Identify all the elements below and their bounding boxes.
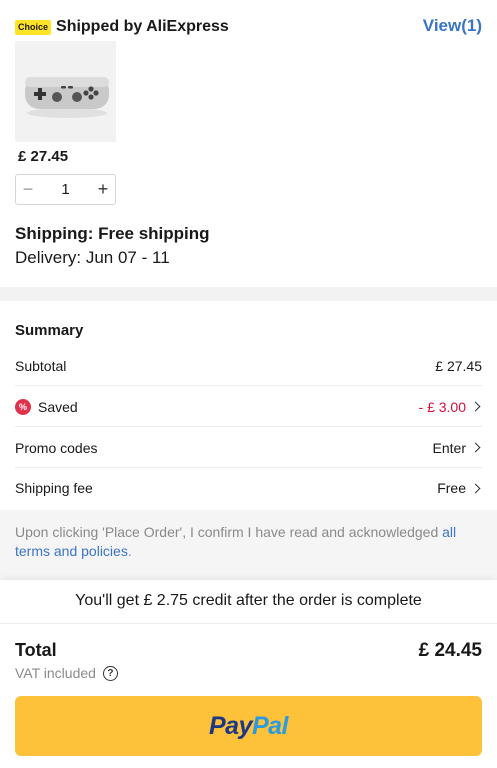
credit-notice: You'll get £ 2.75 credit after the order… xyxy=(75,592,422,609)
section-divider xyxy=(0,287,497,301)
shipping-method: Shipping: Free shipping xyxy=(15,224,210,243)
gamepad-controller-image xyxy=(25,77,109,118)
shipment-title: Shipped by AliExpress xyxy=(56,18,229,35)
paypal-logo: PayPal xyxy=(208,711,289,741)
quantity-stepper: − 1 + xyxy=(15,174,116,205)
shipping-fee-value: Free xyxy=(437,480,466,496)
saved-row[interactable]: % Saved - £ 3.00 xyxy=(15,387,482,427)
credit-divider xyxy=(0,623,497,624)
promo-codes-label: Promo codes xyxy=(15,439,98,456)
paypal-logo-pal: Pal xyxy=(251,711,289,740)
paypal-button[interactable]: PayPal xyxy=(15,696,482,756)
paypal-logo-pay: Pay xyxy=(208,711,252,740)
total-label: Total xyxy=(15,640,57,660)
shipping-fee-row[interactable]: Shipping fee Free xyxy=(15,468,482,508)
chevron-right-icon xyxy=(470,401,481,412)
promo-codes-row[interactable]: Promo codes Enter xyxy=(15,428,482,468)
product-image[interactable] xyxy=(15,41,116,142)
plus-icon[interactable]: + xyxy=(91,175,115,204)
consent-end: . xyxy=(127,543,132,559)
summary-title: Summary xyxy=(15,322,84,339)
delivery-estimate: Delivery: Jun 07 - 11 xyxy=(15,248,170,267)
shipping-fee-label: Shipping fee xyxy=(15,480,93,496)
subtotal-value: £ 27.45 xyxy=(435,357,482,374)
help-icon[interactable]: ? xyxy=(102,665,118,681)
product-price: £ 27.45 xyxy=(18,148,69,165)
consent-notice: Upon clicking 'Place Order', I confirm I… xyxy=(15,523,485,561)
total-value: £ 24.45 xyxy=(418,640,482,661)
subtotal-label: Subtotal xyxy=(15,357,67,374)
view-items-link[interactable]: View(1) xyxy=(423,16,482,36)
promo-codes-enter[interactable]: Enter xyxy=(433,440,466,456)
subtotal-row: Subtotal £ 27.45 xyxy=(15,346,482,386)
chevron-right-icon xyxy=(470,442,481,453)
chevron-right-icon xyxy=(470,483,481,493)
saved-label: Saved xyxy=(38,398,78,415)
quantity-value[interactable]: 1 xyxy=(61,181,69,198)
consent-text: Upon clicking 'Place Order', I confirm I… xyxy=(15,524,443,540)
percent-badge-icon: % xyxy=(15,398,31,415)
vat-note: VAT included ? xyxy=(15,665,118,681)
minus-icon[interactable]: − xyxy=(16,175,40,204)
saved-value: - £ 3.00 xyxy=(418,398,466,415)
shipment-header: Choice Shipped by AliExpress View(1) xyxy=(15,14,482,40)
vat-label: VAT included xyxy=(15,665,96,681)
choice-badge: Choice xyxy=(15,19,52,35)
